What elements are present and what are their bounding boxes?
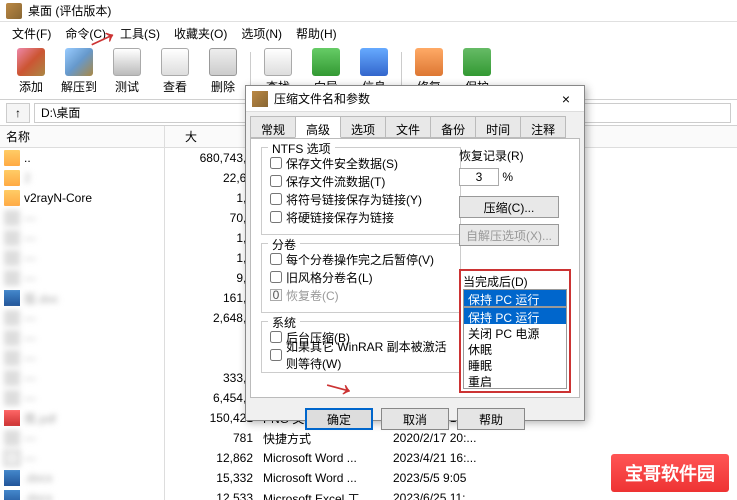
list-item[interactable]: — [0, 448, 164, 468]
col-size[interactable]: 大 [185, 128, 197, 145]
delete-button[interactable]: 删除 [200, 46, 246, 97]
ntfs-group: NTFS 选项 保存文件安全数据(S) 保存文件流数据(T) 将符号链接保存为链… [261, 147, 461, 235]
when-done-dropdown[interactable]: 当完成后(D) 保持 PC 运行 保持 PC 运行 关闭 PC 电源 休眠 睡眠… [459, 269, 571, 393]
ok-button[interactable]: 确定 [305, 408, 373, 430]
dropdown-option[interactable]: 关闭 PC 电源 [464, 324, 566, 340]
recovery-label: 恢复记录(R) [459, 147, 569, 164]
save-security-checkbox[interactable] [270, 157, 282, 169]
dropdown-option[interactable]: 休眠 [464, 340, 566, 356]
list-item[interactable]: — [0, 328, 164, 348]
nav-up-button[interactable]: ↑ [6, 103, 30, 123]
list-item[interactable]: .docx [0, 468, 164, 488]
list-item[interactable]: v2rayN-Core [0, 188, 164, 208]
list-item[interactable]: — [0, 368, 164, 388]
dialog-title: 压缩文件名和参数 [274, 90, 370, 107]
menu-tools[interactable]: 工具(S) [114, 23, 166, 44]
background-checkbox[interactable] [270, 331, 282, 343]
test-icon [113, 48, 141, 76]
tab-advanced[interactable]: 高级 [295, 116, 341, 138]
test-button[interactable]: 测试 [104, 46, 150, 97]
tab-time[interactable]: 时间 [475, 116, 521, 138]
pause-volume-checkbox[interactable] [270, 253, 282, 265]
extract-button[interactable]: 解压到 [56, 46, 102, 97]
menu-file[interactable]: 文件(F) [6, 23, 57, 44]
menu-favorites[interactable]: 收藏夹(O) [168, 23, 233, 44]
oldstyle-checkbox[interactable] [270, 271, 282, 283]
menu-options[interactable]: 选项(N) [235, 23, 288, 44]
hardlink-checkbox[interactable] [270, 211, 282, 223]
tab-options[interactable]: 选项 [340, 116, 386, 138]
folder-icon [4, 170, 20, 186]
dropdown-option[interactable]: 保持 PC 运行 [464, 308, 566, 324]
save-streams-checkbox[interactable] [270, 175, 282, 187]
word-icon [4, 290, 20, 306]
extract-icon [65, 48, 93, 76]
folder-icon [4, 150, 20, 166]
tab-backup[interactable]: 备份 [430, 116, 476, 138]
symlink-checkbox[interactable] [270, 193, 282, 205]
info-icon [360, 48, 388, 76]
list-item[interactable]: 2 [0, 168, 164, 188]
delete-icon [209, 48, 237, 76]
list-item[interactable]: — [0, 268, 164, 288]
view-button[interactable]: 查看 [152, 46, 198, 97]
list-item[interactable]: — [0, 208, 164, 228]
compress-button[interactable]: 压缩(C)... [459, 196, 559, 218]
list-item[interactable]: — [0, 228, 164, 248]
tab-comment[interactable]: 注释 [520, 116, 566, 138]
sfx-button[interactable]: 自解压选项(X)... [459, 224, 559, 246]
list-item[interactable]: — [0, 428, 164, 448]
menubar: 文件(F) 命令(C) 工具(S) 收藏夹(O) 选项(N) 帮助(H) [0, 22, 737, 44]
archive-params-dialog: 压缩文件名和参数 × 常规 高级 选项 文件 备份 时间 注释 NTFS 选项 … [245, 85, 585, 421]
menu-command[interactable]: 命令(C) [59, 23, 112, 44]
list-item[interactable]: — [0, 248, 164, 268]
watermark: 宝哥软件园 [611, 454, 729, 492]
recovery-input[interactable] [459, 168, 499, 186]
list-item[interactable]: .. [0, 148, 164, 168]
volume-group: 分卷 每个分卷操作完之后暂停(V) 旧风格分卷名(L) 恢复卷(C) [261, 243, 461, 313]
list-item[interactable]: 版.doc [0, 288, 164, 308]
app-icon [252, 91, 268, 107]
list-item[interactable]: 南.pdf [0, 408, 164, 428]
window-title: 桌面 (评估版本) [28, 2, 111, 19]
add-button[interactable]: 添加 [8, 46, 54, 97]
help-button[interactable]: 帮助 [457, 408, 525, 430]
list-item[interactable]: — [0, 308, 164, 328]
tab-files[interactable]: 文件 [385, 116, 431, 138]
dropdown-option[interactable]: 重启 [464, 372, 566, 388]
list-item[interactable]: — [0, 388, 164, 408]
recover-vol-input[interactable] [270, 289, 282, 301]
close-button[interactable]: × [554, 91, 578, 107]
tab-general[interactable]: 常规 [250, 116, 296, 138]
wizard-icon [312, 48, 340, 76]
wait-other-checkbox[interactable] [270, 349, 282, 361]
view-icon [161, 48, 189, 76]
dropdown-option[interactable]: 睡眠 [464, 356, 566, 372]
list-item[interactable]: .docx [0, 488, 164, 500]
word-icon [4, 470, 20, 486]
menu-help[interactable]: 帮助(H) [290, 23, 343, 44]
pdf-icon [4, 410, 20, 426]
word-icon [4, 490, 20, 500]
protect-icon [463, 48, 491, 76]
app-icon [6, 3, 22, 19]
add-icon [17, 48, 45, 76]
folder-icon [4, 190, 20, 206]
cancel-button[interactable]: 取消 [381, 408, 449, 430]
dropdown-list: 保持 PC 运行 关闭 PC 电源 休眠 睡眠 重启 [463, 307, 567, 389]
system-group: 系统 后台压缩(B) 如果其它 WinRAR 副本被激活则等待(W) [261, 321, 461, 373]
col-name[interactable]: 名称 [6, 128, 30, 145]
find-icon [264, 48, 292, 76]
dialog-tabs: 常规 高级 选项 文件 备份 时间 注释 [246, 112, 584, 138]
repair-icon [415, 48, 443, 76]
list-item[interactable]: — [0, 348, 164, 368]
